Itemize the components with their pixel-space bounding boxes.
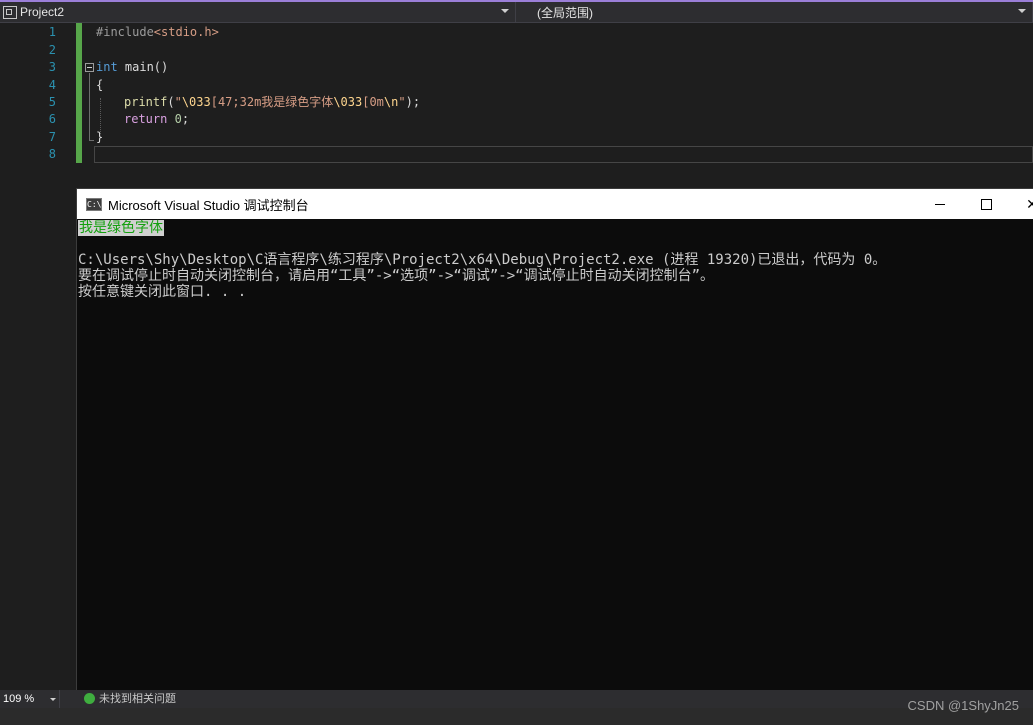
escape-sequence: \033 — [333, 95, 363, 109]
chevron-down-icon[interactable] — [1018, 9, 1026, 13]
preprocessor-keyword: #include — [96, 25, 154, 39]
console-output[interactable]: 我是绿色字体 C:\Users\Shy\Desktop\C语言程序\练习程序\P… — [77, 219, 1033, 699]
code-line-4[interactable]: { — [96, 77, 103, 94]
return-value: 0 — [174, 112, 182, 126]
code-line-1[interactable]: #include<stdio.h> — [96, 24, 219, 41]
change-indicator-bar — [76, 23, 82, 163]
current-line-highlight — [94, 146, 1033, 163]
string-quote: " — [174, 95, 182, 109]
bottom-panel-strip — [0, 708, 1033, 725]
include-file: <stdio.h> — [153, 25, 219, 39]
issues-indicator[interactable]: 未找到相关问题 — [84, 690, 176, 708]
zoom-dropdown[interactable]: 109 % — [0, 690, 60, 708]
line-number: 1 — [48, 25, 56, 39]
exit-message: C:\Users\Shy\Desktop\C语言程序\练习程序\Project2… — [78, 252, 887, 268]
maximize-button[interactable] — [963, 189, 1009, 219]
console-title: Microsoft Visual Studio 调试控制台 — [108, 197, 309, 213]
editor-status-bar: 109 % 未找到相关问题 — [0, 690, 1033, 708]
line-number: 7 — [48, 130, 56, 144]
string-text: [0m — [362, 95, 384, 109]
fold-guide-end — [89, 140, 94, 141]
code-line-7[interactable]: } — [96, 129, 103, 146]
scope-dropdown[interactable]: (全局范围) — [517, 2, 1033, 22]
paren-open: ( — [167, 95, 175, 109]
collapse-icon[interactable] — [85, 63, 94, 72]
escape-sequence: \n — [383, 95, 399, 109]
return-keyword: return — [124, 112, 168, 126]
line-number: 3 — [48, 60, 56, 74]
chevron-down-icon[interactable] — [501, 9, 509, 13]
semicolon: ; — [181, 112, 190, 126]
line-number: 6 — [48, 112, 56, 126]
issues-text: 未找到相关问题 — [99, 693, 176, 705]
scope-label: (全局范围) — [537, 5, 593, 20]
navigation-bar: Project2 (全局范围) — [0, 2, 1033, 23]
console-titlebar[interactable]: C:\ Microsoft Visual Studio 调试控制台 ✕ — [77, 189, 1033, 219]
line-number: 5 — [48, 95, 56, 109]
brace-close: } — [96, 130, 104, 144]
line-number: 4 — [48, 78, 56, 92]
minimize-button[interactable] — [917, 189, 963, 219]
line-number-gutter: 1 2 3 4 5 6 7 8 — [0, 23, 76, 163]
zoom-level: 109 % — [3, 693, 35, 705]
hint-message: 要在调试停止时自动关闭控制台，请启用“工具”->“选项”->“调试”->“调试停… — [78, 268, 714, 284]
console-app-icon: C:\ — [86, 197, 102, 211]
printf-function: printf — [124, 95, 168, 109]
code-editor[interactable]: 1 2 3 4 5 6 7 8 #include<stdio.h> int ma… — [0, 23, 1033, 163]
string-quote: " — [398, 95, 406, 109]
check-circle-icon — [84, 693, 95, 704]
project-dropdown[interactable]: Project2 — [0, 2, 516, 22]
project-name: Project2 — [20, 5, 65, 19]
code-line-5[interactable]: printf("\033[47;32m我是绿色字体\033[0m\n"); — [124, 94, 420, 111]
escape-sequence: \033 — [181, 95, 211, 109]
paren-close: ); — [405, 95, 421, 109]
line-number: 8 — [48, 147, 56, 161]
watermark: CSDN @1ShyJn25 — [907, 698, 1019, 713]
code-line-6[interactable]: return 0; — [124, 111, 189, 128]
function-signature: main() — [117, 60, 169, 74]
fold-guide — [89, 73, 90, 141]
press-key-message: 按任意键关闭此窗口. . . — [78, 284, 247, 300]
string-text: [47;32m我是绿色字体 — [210, 95, 334, 109]
code-line-3[interactable]: int main() — [96, 59, 168, 76]
type-keyword: int — [96, 60, 118, 74]
debug-console-window[interactable]: C:\ Microsoft Visual Studio 调试控制台 ✕ 我是绿色… — [76, 188, 1033, 699]
chevron-down-icon[interactable] — [50, 698, 56, 701]
line-number: 2 — [48, 43, 56, 57]
project-icon — [3, 5, 17, 19]
green-output-text: 我是绿色字体 — [78, 220, 164, 236]
close-button[interactable]: ✕ — [1009, 189, 1033, 219]
brace-open: { — [96, 78, 104, 92]
